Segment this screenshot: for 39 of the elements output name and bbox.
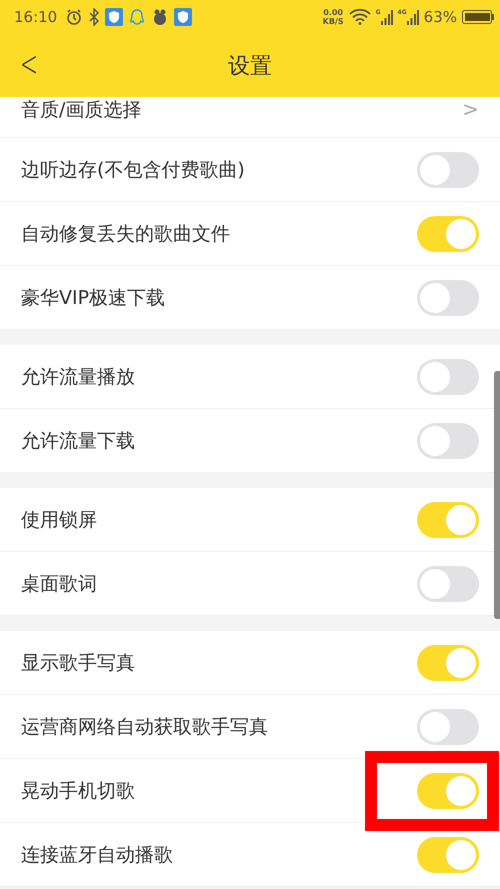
setting-label: 显示歌手写真 [21,650,135,676]
setting-label: 允许流量下载 [21,428,135,454]
setting-label: 连接蓝牙自动播歌 [21,842,173,868]
toggle-switch[interactable] [417,836,479,872]
battery-icon [462,10,494,24]
setting-label: 运营商网络自动获取歌手写真 [21,714,268,740]
signal-icon [380,9,393,25]
toggle-switch[interactable] [417,280,479,316]
setting-label: 桌面歌词 [21,572,97,596]
setting-label: 使用锁屏 [21,508,97,532]
shield-icon [174,8,192,26]
setting-label: 自动修复丢失的歌曲文件 [21,222,230,246]
toggle-switch[interactable] [417,358,479,394]
setting-label: 晃动手机切歌 [21,778,135,804]
toggle-switch[interactable] [417,216,479,252]
setting-label: 豪华VIP极速下载 [21,286,166,310]
toggle-switch[interactable] [417,644,479,680]
toggle-switch[interactable] [417,566,479,602]
status-time: 16:10 [14,8,58,26]
toggle-switch[interactable] [417,152,479,188]
setting-label: 允许流量播放 [21,364,135,390]
battery-level: 63% [424,8,457,26]
setting-label: 边听边存(不包含付费歌曲) [21,158,245,182]
net-speed-unit: KB/S [322,17,344,26]
back-button[interactable]: < [16,44,42,85]
toggle-switch[interactable] [417,708,479,744]
chevron-icon: > [462,97,479,121]
bluetooth-icon [88,8,100,26]
signal-icon [406,9,419,25]
page-title: 设置 [228,52,272,80]
shield-icon [105,8,124,26]
net-speed: 0.00 [323,8,343,17]
penguin-icon [128,8,146,26]
setting-label: 音质/画质选择 [21,98,142,123]
alarm-icon [65,8,84,26]
toggle-switch[interactable] [417,502,479,538]
wifi-icon [348,9,371,25]
toggle-switch[interactable] [417,422,479,458]
toggle-switch[interactable] [417,772,479,808]
